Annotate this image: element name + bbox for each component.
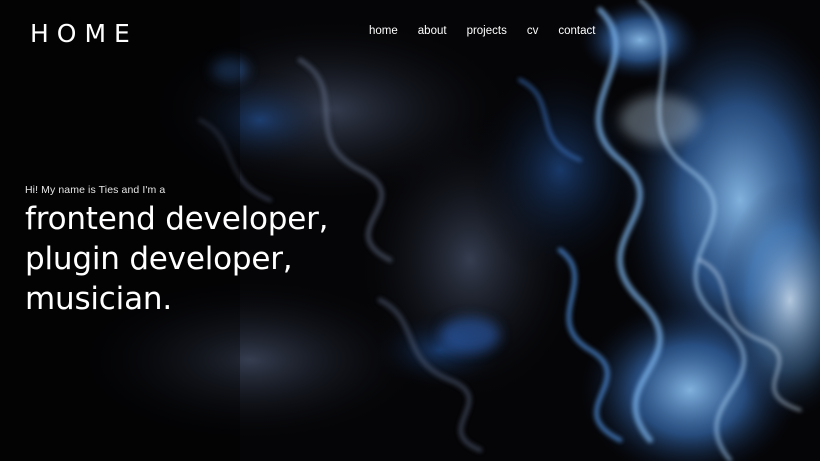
main-nav: home about projects cv contact bbox=[369, 25, 615, 37]
hero-intro: Hi! My name is Ties and I'm a bbox=[25, 184, 166, 196]
role-plugin-developer: plugin developer, bbox=[25, 241, 293, 277]
role-frontend-developer: frontend developer, bbox=[25, 201, 329, 237]
nav-projects[interactable]: projects bbox=[467, 25, 507, 37]
site-logo[interactable]: HOME bbox=[30, 19, 138, 48]
nav-contact[interactable]: contact bbox=[558, 25, 595, 37]
hero-roles: frontend developer, plugin developer, mu… bbox=[25, 199, 328, 319]
hero-section: Hi! My name is Ties and I'm a frontend d… bbox=[25, 184, 328, 319]
role-terminator: . bbox=[162, 281, 172, 317]
page: HOME home about projects cv contact Hi! … bbox=[0, 0, 820, 461]
role-musician: musician bbox=[25, 281, 163, 317]
role-musician-line: musician. bbox=[25, 279, 328, 319]
nav-home[interactable]: home bbox=[369, 25, 398, 37]
nav-about[interactable]: about bbox=[418, 25, 447, 37]
nav-cv[interactable]: cv bbox=[527, 25, 539, 37]
